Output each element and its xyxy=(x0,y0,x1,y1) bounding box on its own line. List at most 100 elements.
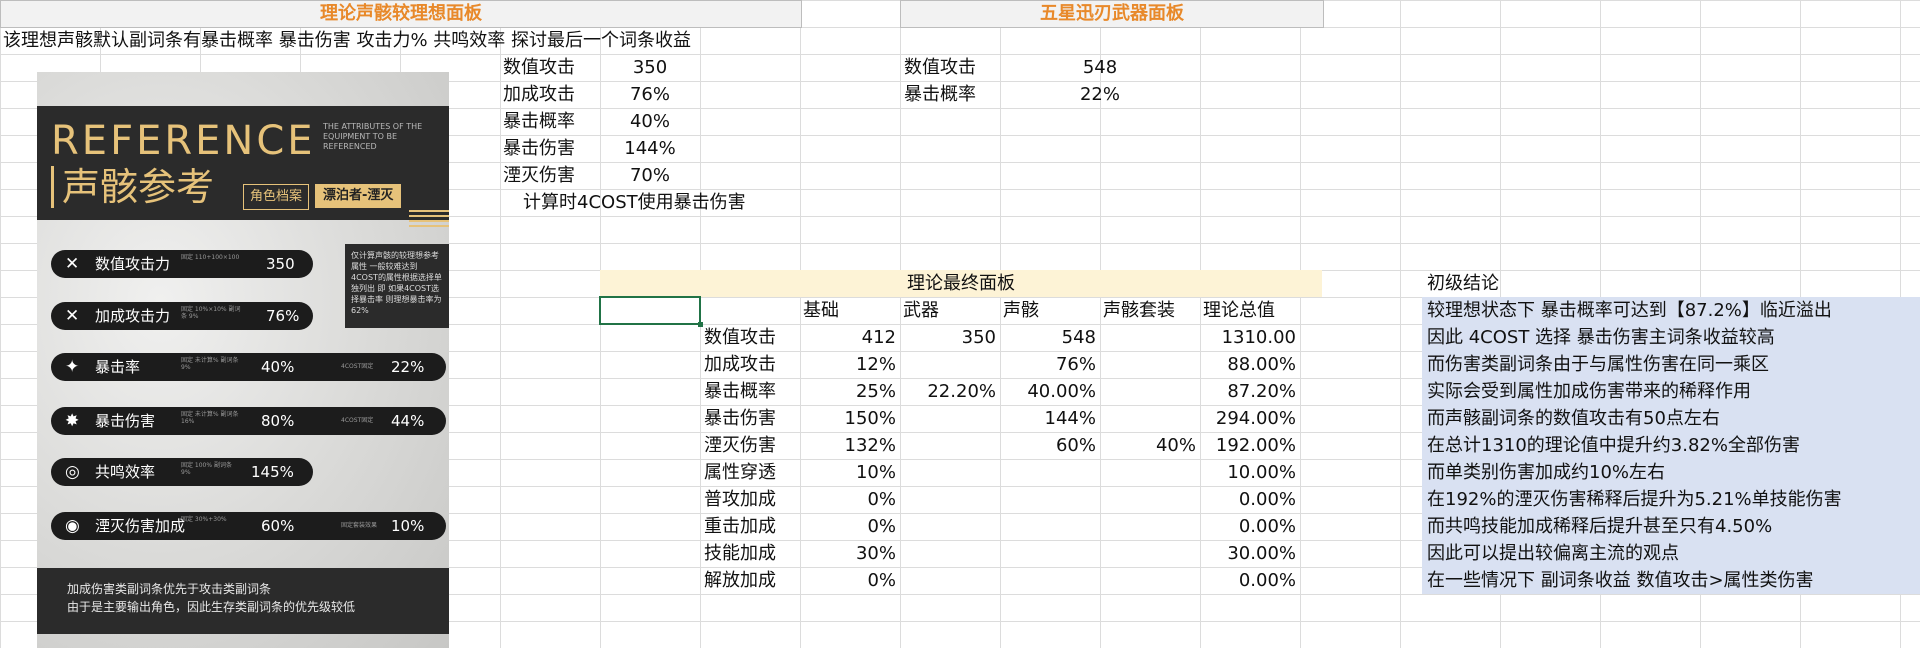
conclusion-line[interactable]: 在总计1310的理论值中提升约3.82%全部伤害 xyxy=(1427,432,1800,459)
stat-value: 60% xyxy=(261,517,295,535)
sword-icon: ✕ xyxy=(65,306,80,326)
weapon-label[interactable]: 暴击概率 xyxy=(904,81,976,108)
ideal-label[interactable]: 数值攻击 xyxy=(503,54,575,81)
ideal-note[interactable]: 计算时4COST使用暴击伤害 xyxy=(523,189,746,216)
ideal-value[interactable]: 76% xyxy=(600,81,700,108)
conclusion-line[interactable]: 而单类别伤害加成约10%左右 xyxy=(1427,459,1665,486)
conclusion-line[interactable]: 而声骸副词条的数值攻击有50点左右 xyxy=(1427,405,1720,432)
final-cell[interactable]: 10.00% xyxy=(1200,459,1296,486)
conclusion-line[interactable]: 实际会受到属性加成伤害带来的稀释作用 xyxy=(1427,378,1751,405)
stat-pill: ◉ 湮灭伤害加成 固定 30%+30% 60% 固定套装效果 10% xyxy=(51,512,446,540)
final-cell[interactable]: 30.00% xyxy=(1200,540,1296,567)
final-cell[interactable]: 40.00% xyxy=(1000,378,1096,405)
stat-sub-note: 固定 10%×10% 副词条 9% xyxy=(181,306,241,320)
stat-pill: ◎ 共鸣效率 固定 100% 副词条 9% 145% xyxy=(51,458,313,486)
final-cell[interactable]: 0% xyxy=(800,567,896,594)
weapon-value[interactable]: 548 xyxy=(1000,54,1200,81)
final-row-label[interactable]: 普攻加成 xyxy=(704,486,776,513)
weapon-label[interactable]: 数值攻击 xyxy=(904,54,976,81)
final-row-label[interactable]: 解放加成 xyxy=(704,567,776,594)
sword-icon: ✕ xyxy=(65,254,80,274)
weapon-value[interactable]: 22% xyxy=(1000,81,1200,108)
stat-value: 145% xyxy=(251,463,294,481)
final-cell[interactable]: 60% xyxy=(1000,432,1096,459)
ideal-label[interactable]: 湮灭伤害 xyxy=(503,162,575,189)
stat-pill: ✸ 暴击伤害 固定 未计算% 副词条 16% 80% 4COST固定 44% xyxy=(51,407,446,435)
ideal-label[interactable]: 加成攻击 xyxy=(503,81,575,108)
final-cell[interactable]: 22.20% xyxy=(900,378,996,405)
final-row-label[interactable]: 湮灭伤害 xyxy=(704,432,776,459)
final-cell[interactable]: 76% xyxy=(1000,351,1096,378)
ideal-value[interactable]: 350 xyxy=(600,54,700,81)
stat-sub-note: 固定 30%+30% xyxy=(181,516,227,523)
final-cell[interactable]: 150% xyxy=(800,405,896,432)
final-cell[interactable]: 25% xyxy=(800,378,896,405)
final-column-header[interactable]: 声骸套装 xyxy=(1103,297,1175,324)
final-cell[interactable]: 88.00% xyxy=(1200,351,1296,378)
intro-line[interactable]: 该理想声骸默认副词条有暴击概率 暴击伤害 攻击力% 共鸣效率 探讨最后一个词条收… xyxy=(3,27,691,54)
stat-value-4cost: 44% xyxy=(391,412,425,430)
final-cell[interactable]: 144% xyxy=(1000,405,1096,432)
poster-title-cn: 声骸参考 xyxy=(51,166,214,208)
stat-pill: ✦ 暴击率 固定 未计算% 副词条 9% 40% 4COST固定 22% xyxy=(51,353,446,381)
conclusion-line[interactable]: 因此 4COST 选择 暴击伤害主词条收益较高 xyxy=(1427,324,1775,351)
conclusion-line[interactable]: 而共鸣技能加成稀释后提升甚至只有4.50% xyxy=(1427,513,1772,540)
stat-4cost-note: 4COST固定 xyxy=(341,417,374,424)
final-cell[interactable]: 0.00% xyxy=(1200,513,1296,540)
conclusion-line[interactable]: 较理想状态下 暴击概率可达到【87.2%】临近溢出 xyxy=(1427,297,1832,324)
stat-label: 数值攻击力 xyxy=(95,255,171,273)
final-cell[interactable]: 132% xyxy=(800,432,896,459)
final-cell[interactable]: 40% xyxy=(1100,432,1196,459)
final-column-header[interactable]: 声骸 xyxy=(1003,297,1039,324)
final-cell[interactable]: 192.00% xyxy=(1200,432,1296,459)
stat-4cost-note: 固定套装效果 xyxy=(341,522,378,529)
final-cell[interactable]: 10% xyxy=(800,459,896,486)
final-row-label[interactable]: 暴击伤害 xyxy=(704,405,776,432)
conclusion-line[interactable]: 在一些情况下 副词条收益 数值攻击>属性类伤害 xyxy=(1427,567,1814,594)
ideal-value[interactable]: 40% xyxy=(600,108,700,135)
tag-archive: 角色档案 xyxy=(243,184,310,210)
stat-label: 湮灭伤害加成 xyxy=(95,517,186,535)
final-column-header[interactable]: 武器 xyxy=(903,297,939,324)
stat-sub-note: 固定 110+100×100 xyxy=(181,254,240,261)
final-row-label[interactable]: 加成攻击 xyxy=(704,351,776,378)
conclusion-line[interactable]: 在192%的湮灭伤害稀释后提升为5.21%单技能伤害 xyxy=(1427,486,1842,513)
final-cell[interactable]: 548 xyxy=(1000,324,1096,351)
conclusion-line[interactable]: 因此可以提出较偏离主流的观点 xyxy=(1427,540,1679,567)
final-row-label[interactable]: 暴击概率 xyxy=(704,378,776,405)
stat-label: 共鸣效率 xyxy=(95,463,156,481)
conclusion-line[interactable]: 而伤害类副词条由于与属性伤害在同一乘区 xyxy=(1427,351,1769,378)
stat-4cost-note: 4COST固定 xyxy=(341,363,374,370)
ideal-label[interactable]: 暴击概率 xyxy=(503,108,575,135)
final-column-header[interactable]: 理论总值 xyxy=(1203,297,1275,324)
final-row-label[interactable]: 重击加成 xyxy=(704,513,776,540)
stat-value: 80% xyxy=(261,412,295,430)
stat-label: 加成攻击力 xyxy=(95,307,171,325)
final-row-label[interactable]: 属性穿透 xyxy=(704,459,776,486)
final-row-label[interactable]: 数值攻击 xyxy=(704,324,776,351)
stat-value-4cost: 10% xyxy=(391,517,425,535)
conclusion-title[interactable]: 初级结论 xyxy=(1427,270,1499,297)
final-cell[interactable]: 0.00% xyxy=(1200,567,1296,594)
final-cell[interactable]: 0% xyxy=(800,513,896,540)
final-cell[interactable]: 0% xyxy=(800,486,896,513)
header-weapon-panel[interactable]: 五星迅刃武器面板 xyxy=(900,0,1324,28)
final-cell[interactable]: 412 xyxy=(800,324,896,351)
final-cell[interactable]: 294.00% xyxy=(1200,405,1296,432)
ideal-value[interactable]: 144% xyxy=(600,135,700,162)
final-row-label[interactable]: 技能加成 xyxy=(704,540,776,567)
ideal-value[interactable]: 70% xyxy=(600,162,700,189)
final-cell[interactable]: 87.20% xyxy=(1200,378,1296,405)
final-panel-title[interactable]: 理论最终面板 xyxy=(600,270,1322,297)
ideal-label[interactable]: 暴击伤害 xyxy=(503,135,575,162)
selected-cell[interactable] xyxy=(599,296,703,327)
final-cell[interactable]: 30% xyxy=(800,540,896,567)
final-cell[interactable]: 12% xyxy=(800,351,896,378)
stat-sub-note: 固定 未计算% 副词条 9% xyxy=(181,357,239,371)
final-cell[interactable]: 1310.00 xyxy=(1200,324,1296,351)
final-cell[interactable]: 350 xyxy=(900,324,996,351)
final-column-header[interactable]: 基础 xyxy=(803,297,839,324)
crit-damage-icon: ✸ xyxy=(65,411,80,431)
final-cell[interactable]: 0.00% xyxy=(1200,486,1296,513)
header-ideal-panel[interactable]: 理论声骸较理想面板 xyxy=(0,0,802,28)
